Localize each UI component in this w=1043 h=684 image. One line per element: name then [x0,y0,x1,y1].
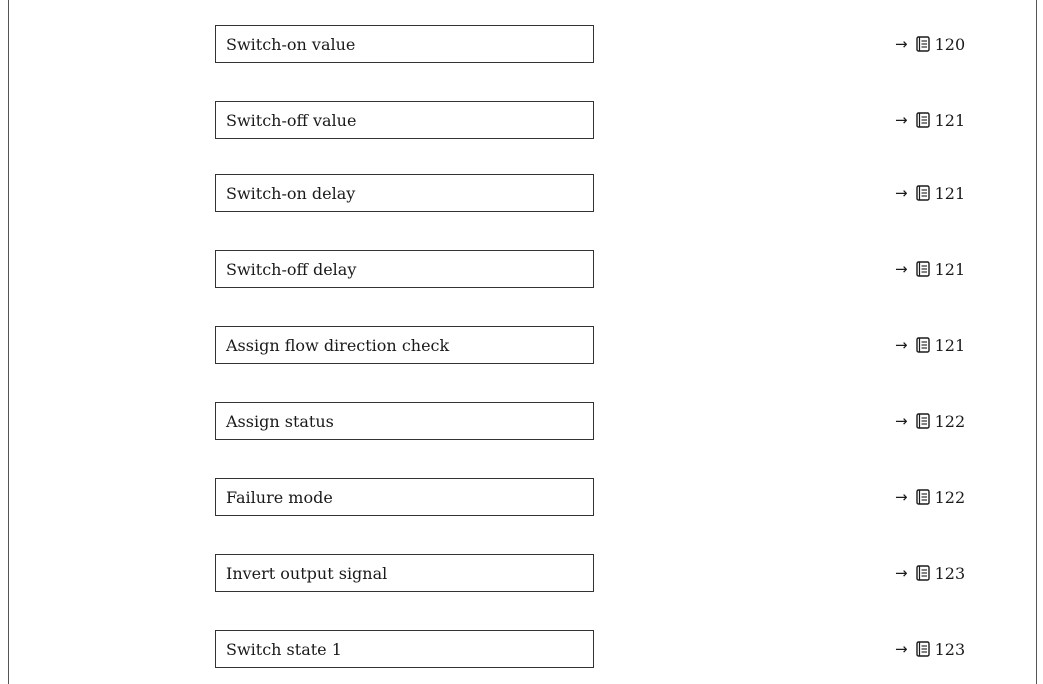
page-reference-link[interactable]: → 122 [895,486,965,508]
page-number: 120 [934,34,966,54]
parameter-row: Switch state 1 → 123 [0,630,1043,668]
page-number: 121 [934,335,966,355]
right-arrow-icon: → [895,488,908,506]
parameter-label: Switch-off value [226,111,357,130]
parameter-row: Switch-on delay → 121 [0,174,1043,212]
parameter-box[interactable]: Assign status [215,402,594,440]
parameter-row: Switch-off delay → 121 [0,250,1043,288]
right-arrow-icon: → [895,184,908,202]
right-arrow-icon: → [895,412,908,430]
page-number: 121 [934,110,966,130]
parameter-row: Assign flow direction check → 121 [0,326,1043,364]
page-reference-link[interactable]: → 123 [895,638,965,660]
parameter-row: Switch-off value → 121 [0,101,1043,139]
parameter-label: Switch state 1 [226,640,342,659]
right-arrow-icon: → [895,640,908,658]
parameter-label: Assign flow direction check [226,336,450,355]
parameter-box[interactable]: Switch-off delay [215,250,594,288]
book-icon [915,641,930,657]
right-arrow-icon: → [895,336,908,354]
book-icon [915,261,930,277]
parameter-label: Switch-off delay [226,260,357,279]
parameter-label: Invert output signal [226,564,388,583]
page-reference-link[interactable]: → 121 [895,182,965,204]
parameter-box[interactable]: Assign flow direction check [215,326,594,364]
parameter-row: Failure mode → 122 [0,478,1043,516]
parameter-list: Switch-on value → 120 Switch-off value → [0,0,1043,684]
page-number: 121 [934,259,966,279]
parameter-label: Failure mode [226,488,333,507]
parameter-row: Switch-on value → 120 [0,25,1043,63]
parameter-row: Invert output signal → 123 [0,554,1043,592]
parameter-box[interactable]: Switch-off value [215,101,594,139]
right-arrow-icon: → [895,564,908,582]
parameter-box[interactable]: Switch state 1 [215,630,594,668]
book-icon [915,413,930,429]
parameter-label: Assign status [226,412,334,431]
book-icon [915,337,930,353]
parameter-row: Assign status → 122 [0,402,1043,440]
parameter-box[interactable]: Switch-on value [215,25,594,63]
book-icon [915,112,930,128]
book-icon [915,565,930,581]
book-icon [915,36,930,52]
page-reference-link[interactable]: → 123 [895,562,965,584]
page-reference-link[interactable]: → 121 [895,258,965,280]
book-icon [915,185,930,201]
right-arrow-icon: → [895,111,908,129]
page-reference-link[interactable]: → 120 [895,33,965,55]
page-reference-link[interactable]: → 122 [895,410,965,432]
parameter-box[interactable]: Switch-on delay [215,174,594,212]
book-icon [915,489,930,505]
page-number: 123 [934,563,966,583]
page-number: 122 [934,487,966,507]
parameter-label: Switch-on delay [226,184,356,203]
page-number: 121 [934,183,966,203]
parameter-label: Switch-on value [226,35,356,54]
parameter-box[interactable]: Failure mode [215,478,594,516]
page-reference-link[interactable]: → 121 [895,334,965,356]
right-arrow-icon: → [895,35,908,53]
right-arrow-icon: → [895,260,908,278]
parameter-box[interactable]: Invert output signal [215,554,594,592]
page-number: 122 [934,411,966,431]
page-reference-link[interactable]: → 121 [895,109,965,131]
page-number: 123 [934,639,966,659]
